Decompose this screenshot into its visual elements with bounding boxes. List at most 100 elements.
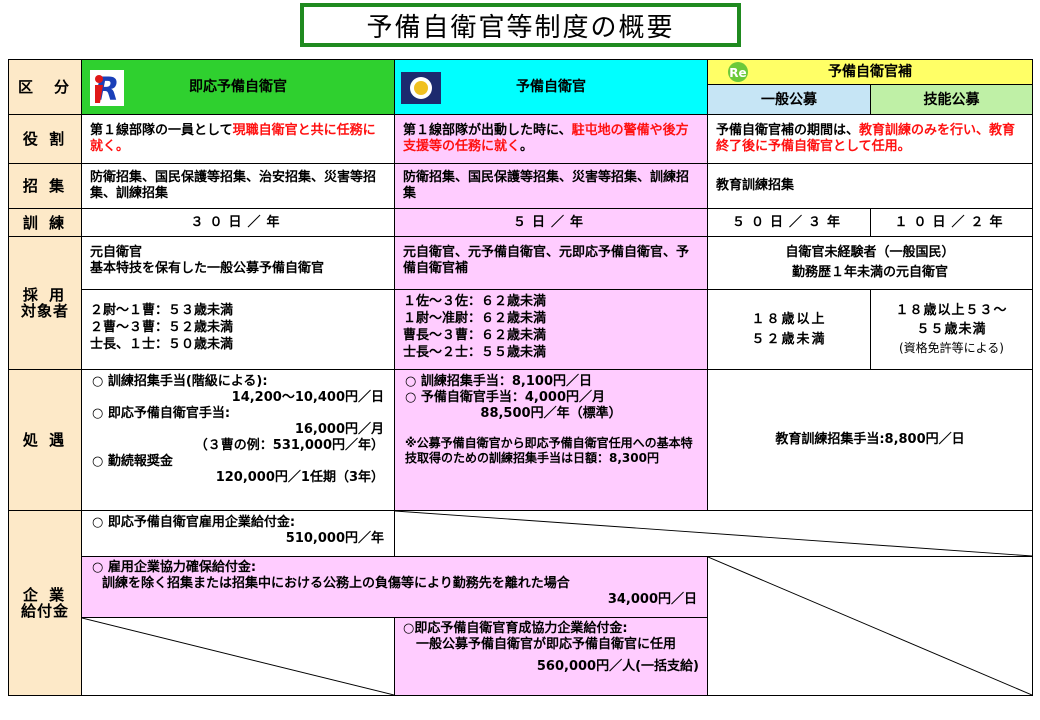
kunren-yobi-text: ５日／年 (512, 214, 589, 230)
header-yobi-label: 予備自衛官 (516, 79, 586, 95)
saiyo-sokuou-age-3: 士長、１士：５０歳未満 (90, 337, 234, 352)
svg-text:Re: Re (729, 66, 746, 80)
shogu-sokuou-1v: 14,200～10,400円／日 (231, 390, 384, 405)
shogu-yobi-2: ○ 予備自衛官手当：4,000円／月 (405, 390, 605, 405)
row-label-saiyo-b: 対象者 (20, 302, 69, 320)
header-kubun: 区 分 (8, 59, 82, 115)
shogu-yobi-note: ※公募予備自衛官から即応予備自衛官任用への基本特技取得のための訓練招集手当は日額… (405, 436, 693, 465)
diagonal-line-left (82, 618, 394, 695)
row-label-yakuwari-text: 役 割 (22, 130, 68, 148)
shogu-sokuou: ○ 訓練招集手当(階級による): 14,200～10,400円／日 ○ 即応予備… (81, 369, 395, 511)
kigyo-empty-left (81, 617, 395, 696)
saiyo-yobi-age-4: 士長～２士：５５歳未満 (403, 345, 547, 360)
row-label-shoshu-text: 招 集 (22, 177, 68, 195)
jgsdf-reserve-logo-icon: R (90, 70, 124, 108)
saiyo-yobi-age-1: １佐～３佐：６２歳未満 (403, 294, 547, 309)
header-sokuou-label: 即応予備自衛官 (189, 79, 287, 95)
saiyo-sokuou-top-a: 元自衛官 (90, 245, 143, 260)
kigyo-koyo-value: 510,000円／年 (285, 531, 384, 546)
saiyo-yobiho-top-a: 自衛官未経験者（一般国民） (785, 245, 955, 260)
saiyo-gino-age-2: ５５歳未満 (916, 322, 987, 337)
shogu-sokuou-1: ○ 訓練招集手当(階級による): (92, 374, 268, 389)
shogu-yobi-1: ○ 訓練招集手当：8,100円／日 (405, 374, 592, 389)
yakuwari-yobi-a: 第１線部隊が出動した時に、 (403, 123, 572, 138)
saiyo-gino-ages: １８歳以上５３～ ５５歳未満 (資格免許等による) (870, 289, 1033, 370)
shogu-yobi-2v: 88,500円／年（標準） (480, 406, 622, 421)
kigyo-koyo-title: ○ 即応予備自衛官雇用企業給付金: (92, 515, 296, 530)
header-yobiho: Re 予備自衛官補 (707, 59, 1033, 85)
row-label-kunren-text: 訓 練 (22, 213, 68, 232)
shoshu-sokuou: 防衛招集、国民保護等招集、治安招集、災害等招集、訓練招集 (81, 163, 395, 209)
saiyo-yobi-ages: １佐～３佐：６２歳未満 １尉～准尉：６２歳未満 曹長～３曹：６２歳未満 士長～２… (394, 289, 708, 370)
header-ippan: 一般公募 (707, 84, 871, 115)
kunren-sokuou: ３０日／年 (81, 208, 395, 237)
row-label-saiyo-a: 採 用 (22, 286, 68, 304)
header-kubun-label: 区 分 (17, 78, 72, 96)
shoshu-yobiho: 教育訓練招集 (707, 163, 1033, 209)
kigyo-ikusei-title: ○即応予備自衛官育成協力企業給付金: (403, 621, 628, 636)
saiyo-ippan-age-1: １８歳以上 (751, 311, 827, 327)
kunren-gino-text: １０日／２年 (894, 214, 1009, 230)
diagonal-line-right (708, 557, 1032, 695)
yakuwari-sokuou: 第１線部隊の一員として現職自衛官と共に任務に就く。 (81, 114, 395, 164)
row-label-kigyo-a: 企 業 (22, 586, 68, 604)
saiyo-ippan-age-2: ５２歳未満 (751, 331, 827, 347)
row-label-kunren: 訓 練 (8, 208, 82, 237)
saiyo-yobi-age-2: １尉～准尉：６２歳未満 (403, 311, 547, 326)
header-gino: 技能公募 (870, 84, 1033, 115)
saiyo-sokuou-top: 元自衛官 基本特技を保有した一般公募予備自衛官 (81, 236, 395, 290)
shoshu-yobiho-text: 教育訓練招集 (716, 178, 795, 193)
yakuwari-yobiho: 予備自衛官補の期間は、教育訓練のみを行い、教育終了後に予備自衛官として任用。 (707, 114, 1033, 164)
shogu-yobi: ○ 訓練招集手当：8,100円／日 ○ 予備自衛官手当：4,000円／月 88,… (394, 369, 708, 511)
saiyo-sokuou-age-1: ２尉～１曹：５３歳未満 (90, 303, 234, 318)
shogu-yobiho-text: 教育訓練招集手当:8,800円／日 (775, 432, 965, 447)
kigyo-ikusei-value: 560,000円／人(一括支給) (536, 659, 699, 674)
saiyo-yobi-age-3: 曹長～３曹：６２歳未満 (403, 328, 547, 343)
row-label-saiyo: 採 用 対象者 (8, 236, 82, 370)
row-label-shogu: 処 遇 (8, 369, 82, 511)
kigyo-koyo: ○ 即応予備自衛官雇用企業給付金: 510,000円／年 (81, 510, 395, 557)
saiyo-yobiho-top: 自衛官未経験者（一般国民） 勤務歴１年未満の元自衛官 (707, 236, 1033, 290)
yakuwari-yobiho-a: 予備自衛官補の期間は、 (716, 123, 860, 138)
kigyo-empty-right (707, 556, 1033, 696)
shogu-sokuou-3v: 120,000円／1任期（3年） (215, 470, 384, 485)
row-label-kigyo: 企 業 給付金 (8, 510, 82, 696)
saiyo-yobi-top: 元自衛官、元予備自衛官、元即応予備自衛官、予備自衛官補 (394, 236, 708, 290)
kunren-ippan: ５０日／３年 (707, 208, 871, 237)
header-yobiho-label: 予備自衛官補 (828, 64, 912, 80)
shoshu-yobi: 防衛招集、国民保護等招集、災害等招集、訓練招集 (394, 163, 708, 209)
reserve-emblem-icon (401, 72, 441, 104)
saiyo-sokuou-ages: ２尉～１曹：５３歳未満 ２曹～３曹：５２歳未満 士長、１士：５０歳未満 (81, 289, 395, 370)
kunren-ippan-text: ５０日／３年 (731, 214, 846, 230)
header-yobi: 予備自衛官 (394, 59, 708, 115)
header-sokuou: R 即応予備自衛官 (81, 59, 395, 115)
saiyo-ippan-ages: １８歳以上 ５２歳未満 (707, 289, 871, 370)
header-ippan-label: 一般公募 (761, 91, 817, 108)
page-title: 予備自衛官等制度の概要 (300, 3, 741, 47)
kigyo-kyoryoku-value: 34,000円／日 (607, 592, 697, 607)
row-label-yakuwari: 役 割 (8, 114, 82, 164)
kigyo-kyoryoku-desc: 訓練を除く招集または招集中における公務上の負傷等により勤務先を離れた場合 (102, 576, 570, 591)
saiyo-yobiho-top-b: 勤務歴１年未満の元自衛官 (791, 265, 948, 280)
saiyo-sokuou-age-2: ２曹～３曹：５２歳未満 (90, 320, 234, 335)
row-label-shogu-text: 処 遇 (22, 431, 68, 449)
kigyo-ikusei: ○即応予備自衛官育成協力企業給付金: 一般公募予備自衛官が即応予備自衛官に任用 … (394, 617, 708, 696)
yakuwari-yobi-c: 。 (520, 139, 534, 154)
row-label-kigyo-b: 給付金 (20, 602, 69, 620)
kunren-sokuou-text: ３０日／年 (190, 214, 286, 230)
saiyo-gino-note: (資格免許等による) (898, 341, 1004, 355)
row-label-shoshu: 招 集 (8, 163, 82, 209)
shogu-sokuou-3: ○ 勤続報奨金 (92, 454, 173, 469)
kigyo-kyoryoku: ○ 雇用企業協力確保給付金: 訓練を除く招集または招集中における公務上の負傷等に… (81, 556, 708, 618)
shoshu-sokuou-text: 防衛招集、国民保護等招集、治安招集、災害等招集、訓練招集 (90, 170, 377, 201)
kunren-gino: １０日／２年 (870, 208, 1033, 237)
reserve-candidate-logo-icon: Re (726, 61, 750, 83)
kigyo-ikusei-desc: 一般公募予備自衛官が即応予備自衛官に任用 (416, 637, 677, 652)
shogu-sokuou-2: ○ 即応予備自衛官手当: (92, 406, 231, 421)
shoshu-yobi-text: 防衛招集、国民保護等招集、災害等招集、訓練招集 (403, 170, 690, 201)
header-gino-label: 技能公募 (923, 91, 980, 108)
saiyo-yobi-top-text: 元自衛官、元予備自衛官、元即応予備自衛官、予備自衛官補 (403, 245, 690, 276)
saiyo-sokuou-top-b: 基本特技を保有した一般公募予備自衛官 (90, 261, 325, 276)
saiyo-gino-age-1: １８歳以上５３～ (895, 303, 1008, 318)
shogu-sokuou-2v: 16,000円／月 (294, 422, 384, 437)
